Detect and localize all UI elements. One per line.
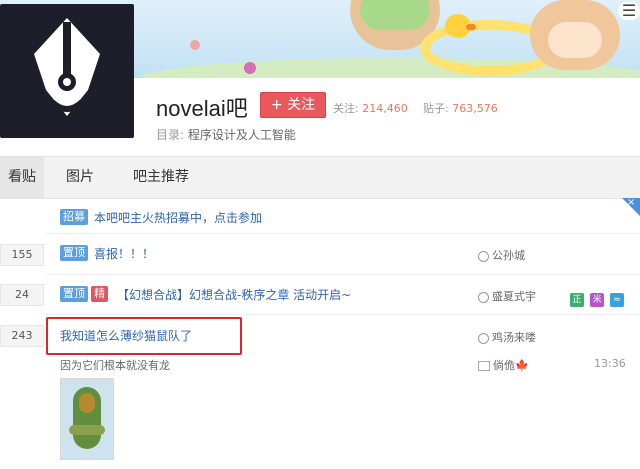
forum-name: novelai吧 [156, 96, 248, 121]
thread-excerpt: 因为它们根本就没有龙 [60, 359, 170, 372]
banner-duck-beak [466, 24, 476, 30]
row-divider [46, 274, 640, 275]
thread-author[interactable]: 公孙城 [478, 247, 525, 263]
tag-icon: 正 [570, 293, 584, 307]
user-icon [478, 291, 489, 303]
banner-bear-face [548, 22, 602, 58]
last-reply-time: 13:36 [594, 357, 626, 370]
banner-character-shirt [360, 0, 430, 30]
pinned-badge: 置顶 [60, 245, 88, 261]
tab-recommended[interactable]: 吧主推荐 [133, 157, 189, 198]
posts-label: 贴子: [423, 102, 449, 115]
tag-icon: ≈ [610, 293, 625, 307]
pinned-badge: 置顶 [60, 286, 88, 302]
directory-label: 目录: [156, 128, 185, 142]
dragon-shape [79, 393, 95, 413]
dragon-shape [69, 425, 105, 435]
row-divider [46, 233, 640, 234]
thread-author[interactable]: 盛夏式宇 [478, 288, 536, 304]
tab-images[interactable]: 图片 [66, 157, 94, 198]
row-divider [46, 314, 640, 315]
followers-stat: 关注: 214,460 [333, 100, 408, 116]
maple-leaf-icon: 🍁 [515, 359, 529, 372]
reply-count: 24 [0, 284, 44, 306]
thread-author-name: 盛夏式宇 [492, 290, 536, 303]
author-tags: 正 米 ≈ [570, 287, 625, 307]
followers-label: 关注: [333, 102, 359, 115]
user-icon [478, 250, 489, 262]
directory-link[interactable]: 程序设计及人工智能 [188, 128, 296, 142]
posts-stat: 贴子: 763,576 [423, 100, 498, 116]
tab-bar: 看贴 图片 吧主推荐 [0, 156, 640, 199]
recruit-link[interactable]: 本吧吧主火热招募中，点击参加 [94, 209, 262, 226]
user-icon [478, 332, 489, 344]
pen-nib-icon [34, 18, 100, 116]
close-icon[interactable]: × [627, 197, 635, 208]
thread-author[interactable]: 鸡汤来喽 [478, 329, 536, 345]
thread-title[interactable]: 【幻想合战】幻想合战-秩序之章 活动开启~ [117, 286, 351, 303]
menu-icon[interactable]: ☰ [618, 2, 640, 20]
forum-logo[interactable] [0, 4, 134, 138]
highlight-box [46, 317, 242, 355]
reply-count: 243 [0, 325, 44, 347]
last-reply-author[interactable]: 倘佹🍁 [478, 357, 529, 373]
banner-dot [244, 62, 256, 74]
thread-author-name: 鸡汤来喽 [492, 331, 536, 344]
featured-badge: 精 [91, 286, 108, 302]
thread-title[interactable]: 喜报！！！ [94, 245, 154, 262]
forum-directory: 目录: 程序设计及人工智能 [156, 126, 296, 143]
reply-count: 155 [0, 244, 44, 266]
banner-dot [190, 40, 200, 50]
thread-image-preview[interactable] [60, 378, 114, 460]
follow-button[interactable]: + 关注 [260, 92, 326, 118]
tab-threads[interactable]: 看贴 [0, 157, 44, 198]
last-reply-name: 倘佹 [493, 359, 515, 372]
tag-icon: 米 [590, 293, 605, 307]
posts-count: 763,576 [452, 102, 498, 115]
recruit-badge: 招募 [60, 209, 88, 225]
thread-author-name: 公孙城 [492, 249, 525, 262]
followers-count: 214,460 [362, 102, 408, 115]
reply-icon [478, 361, 490, 371]
